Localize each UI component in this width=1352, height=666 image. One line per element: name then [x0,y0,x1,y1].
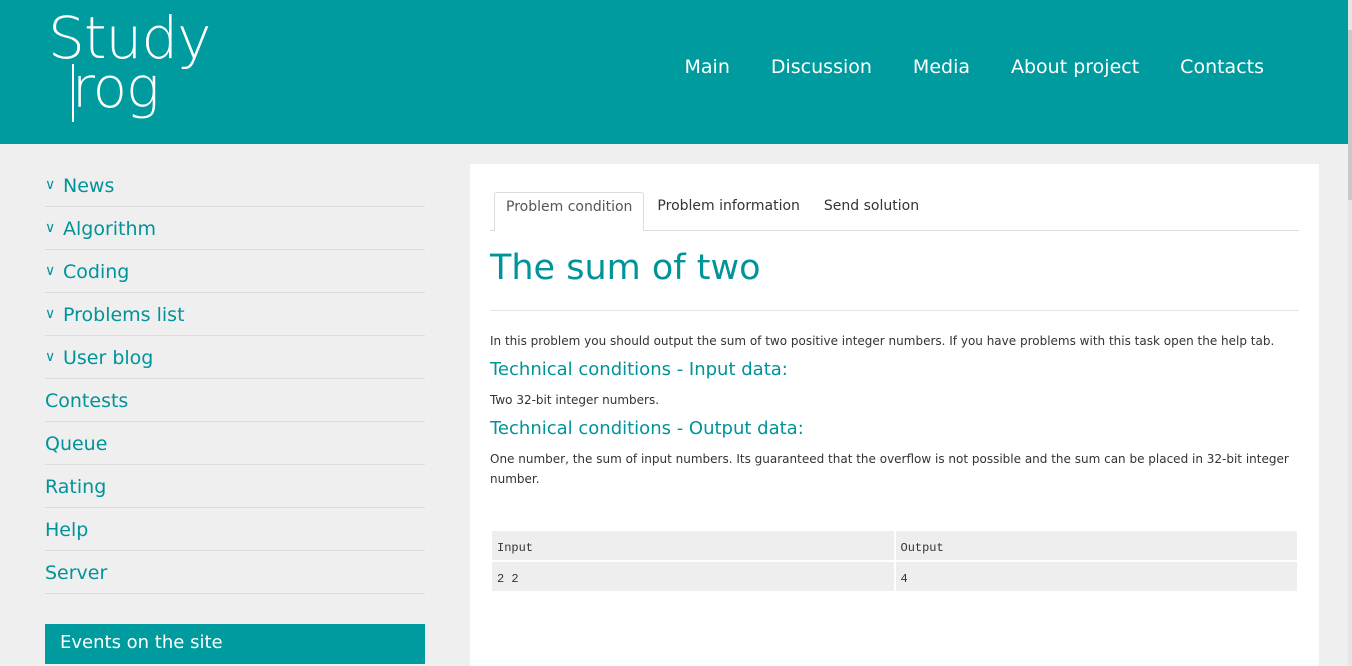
sidebar-item-label: Algorithm [63,218,157,240]
sidebar-item-label: News [63,175,115,197]
example-header-output: Output [895,531,1297,560]
sidebar-item-label: User blog [63,347,154,369]
sidebar-item-rating[interactable]: Rating [45,465,425,508]
problem-card: Problem condition Problem information Se… [470,164,1319,666]
sidebar-item-help[interactable]: Help [45,508,425,551]
sidebar-item-user-blog[interactable]: ∨ User blog [45,336,425,379]
nav-contacts[interactable]: Contacts [1180,56,1264,78]
tab-send-solution[interactable]: Send solution [813,192,930,231]
sidebar-item-problems-list[interactable]: ∨ Problems list [45,293,425,336]
output-description: One number, the sum of input numbers. It… [490,452,1289,486]
chevron-down-icon: ∨ [45,349,56,365]
tab-problem-information[interactable]: Problem information [646,192,811,231]
sidebar-item-queue[interactable]: Queue [45,422,425,465]
sidebar-item-server[interactable]: Server [45,551,425,594]
sidebar-item-label: Coding [63,261,130,283]
sidebar-item-label: Rating [45,476,107,498]
page-title: The sum of two [490,248,761,288]
tab-problem-condition[interactable]: Problem condition [494,192,645,231]
nav-main[interactable]: Main [685,56,730,78]
sidebar-item-coding[interactable]: ∨ Coding [45,250,425,293]
chevron-down-icon: ∨ [45,177,56,193]
nav-media[interactable]: Media [913,56,970,78]
site-logo[interactable]: Study rog [46,4,256,130]
sidebar-item-label: Help [45,519,89,541]
input-heading: Technical conditions - Input data: [490,359,788,380]
nav-about-project[interactable]: About project [1011,56,1139,78]
sidebar-item-news[interactable]: ∨ News [45,164,425,207]
sidebar-item-algorithm[interactable]: ∨ Algorithm [45,207,425,250]
example-output-value: 4 [895,562,1297,591]
output-heading: Technical conditions - Output data: [490,418,804,439]
sidebar-item-label: Problems list [63,304,185,326]
table-row: Input Output [492,531,1297,560]
problem-tabs: Problem condition Problem information Se… [490,192,1299,231]
chevron-down-icon: ∨ [45,306,56,322]
logo-text-bottom: rog [72,56,160,121]
example-input-value: 2 2 [492,562,894,591]
events-panel-title: Events on the site [45,624,425,664]
sidebar-item-label: Contests [45,390,129,412]
scrollbar-thumb[interactable] [1348,30,1352,200]
sidebar-item-label: Server [45,562,108,584]
table-row: 2 2 4 [492,562,1297,591]
chevron-down-icon: ∨ [45,220,56,236]
input-description: Two 32-bit integer numbers. [490,393,660,407]
nav-discussion[interactable]: Discussion [771,56,872,78]
site-header: Study rog Main Discussion Media About pr… [0,0,1352,144]
sidebar-item-contests[interactable]: Contests [45,379,425,422]
sidebar: ∨ News ∨ Algorithm ∨ Coding ∨ Problems l… [45,164,425,594]
sidebar-item-label: Queue [45,433,108,455]
chevron-down-icon: ∨ [45,263,56,279]
title-divider [490,310,1299,311]
example-table: Input Output 2 2 4 [490,529,1299,593]
main-nav: Main Discussion Media About project Cont… [685,56,1264,78]
problem-intro: In this problem you should output the su… [490,334,1275,348]
page-scrollbar[interactable] [1348,0,1352,666]
example-header-input: Input [492,531,894,560]
